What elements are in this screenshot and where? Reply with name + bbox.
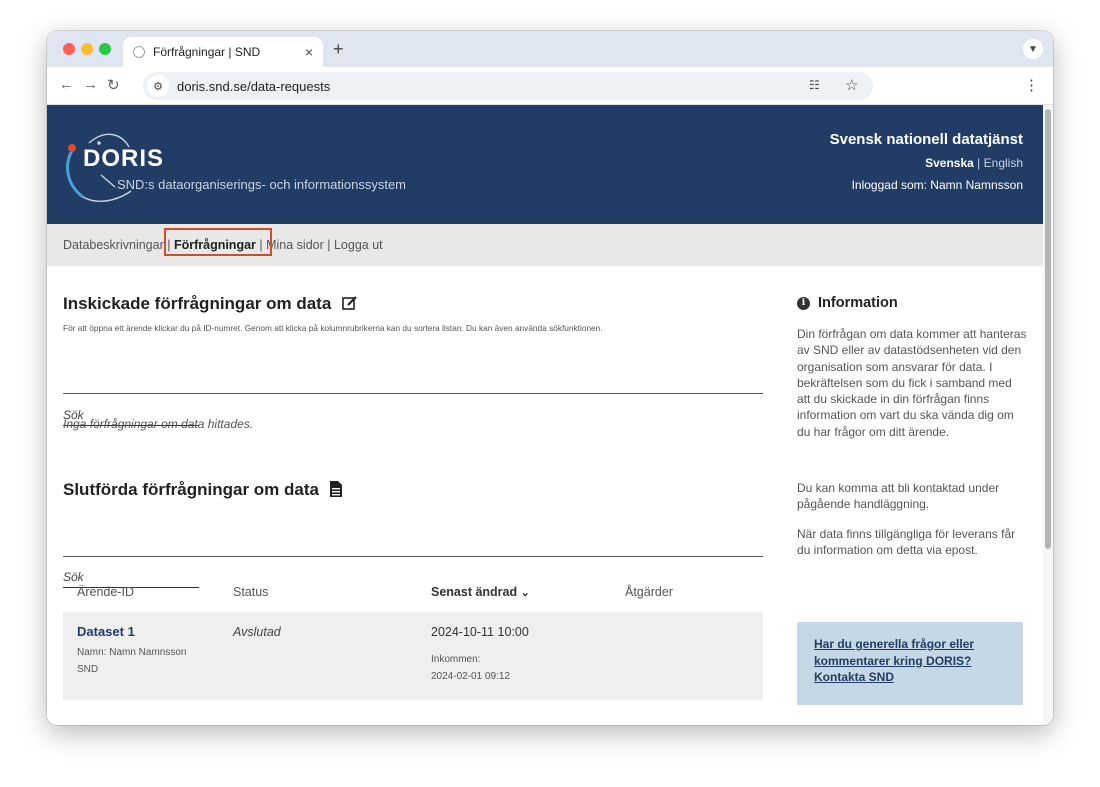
browser-menu-icon[interactable]: ⋮ <box>1024 76 1039 94</box>
address-bar[interactable]: ⚙ doris.snd.se/data-requests <box>143 72 873 100</box>
close-window-button[interactable] <box>63 43 75 55</box>
logo-subtitle: SND:s dataorganiserings- och information… <box>117 177 407 192</box>
minimize-window-button[interactable] <box>81 43 93 55</box>
tab-close-icon[interactable]: × <box>305 44 313 60</box>
column-header-modified[interactable]: Senast ändrad ⌄ <box>431 585 530 599</box>
chevron-down-icon: ⌄ <box>520 587 530 599</box>
lang-svenska[interactable]: Svenska <box>925 156 974 170</box>
nav-mina-sidor[interactable]: Mina sidor <box>266 238 324 252</box>
bookmark-star-icon[interactable]: ☆ <box>845 76 858 94</box>
empty-message: Inga förfrågningar om data hittades. <box>63 417 254 431</box>
browser-window: Förfrågningar | SND × + ▼ ← → ↻ ⚙ doris.… <box>47 31 1053 725</box>
column-header-status[interactable]: Status <box>233 585 268 599</box>
request-id-link[interactable]: Dataset 1 <box>77 624 135 639</box>
tab-strip: Förfrågningar | SND × + ▼ <box>47 31 1053 67</box>
request-org: SND <box>77 664 99 675</box>
lang-separator: | <box>977 156 981 170</box>
back-arrow-icon[interactable]: ← <box>59 76 74 93</box>
info-paragraph-2: Du kan komma att bli kontaktad under påg… <box>797 481 1000 512</box>
table-row: Dataset 1 Namn: Namn Namnsson SND Avslut… <box>63 612 763 700</box>
org-name: Svensk nationell datatjänst <box>829 131 1023 148</box>
url-text[interactable]: doris.snd.se/data-requests <box>177 79 330 94</box>
request-owner: Namn: Namn Namnsson <box>77 647 187 658</box>
request-modified: 2024-10-11 10:00 <box>431 625 529 639</box>
submitted-requests-heading: Inskickade förfrågningar om data <box>63 294 358 314</box>
information-title: Information <box>818 295 898 311</box>
lang-english[interactable]: English <box>984 156 1023 170</box>
nav-logga-ut[interactable]: Logga ut <box>334 238 383 252</box>
contact-link[interactable]: Har du generella frågor eller kommentare… <box>814 636 1006 686</box>
loading-icon <box>133 46 145 58</box>
divider <box>63 393 763 394</box>
edit-icon <box>342 296 357 310</box>
request-received-label: Inkommen: <box>431 654 481 665</box>
column-header-modified-label: Senast ändrad <box>431 585 518 599</box>
reload-icon[interactable]: ↻ <box>107 76 120 94</box>
document-icon <box>329 481 342 497</box>
scrollbar-thumb[interactable] <box>1045 109 1051 549</box>
column-header-id[interactable]: Ärende-ID <box>77 585 134 599</box>
forward-arrow-icon[interactable]: → <box>83 76 98 93</box>
new-tab-button[interactable]: + <box>333 39 344 60</box>
divider <box>63 556 763 557</box>
browser-tab[interactable]: Förfrågningar | SND × <box>123 37 323 67</box>
language-switcher: Svenska | English <box>830 156 1023 170</box>
nav-databeskrivningar[interactable]: Databeskrivningar <box>63 238 164 252</box>
column-header-actions[interactable]: Åtgärder <box>625 585 673 599</box>
maximize-window-button[interactable] <box>99 43 111 55</box>
info-paragraph-3: När data finns tillgängliga för leverans… <box>797 527 1016 558</box>
info-paragraph-1: Din förfrågan om data kommer att hantera… <box>797 327 1027 439</box>
submitted-description: För att öppna ett ärende klickar du på I… <box>63 323 603 333</box>
info-icon: i <box>797 296 810 310</box>
browser-toolbar: ← → ↻ ⚙ doris.snd.se/data-requests ☷ ☆ ⋮ <box>47 67 1053 105</box>
request-received: 2024-02-01 09:12 <box>431 671 510 682</box>
contact-box: Har du generella frågor eller kommentare… <box>797 622 1023 705</box>
translate-icon[interactable]: ☷ <box>809 78 820 92</box>
site-settings-icon[interactable]: ⚙ <box>147 75 169 97</box>
submitted-title: Inskickade förfrågningar om data <box>63 294 332 313</box>
completed-requests-heading: Slutförda förfrågningar om data <box>63 480 342 500</box>
highlight-annotation <box>164 228 272 256</box>
tab-search-button[interactable]: ▼ <box>1023 39 1043 59</box>
header-right: Svensk nationell datatjänst Svenska | En… <box>830 131 1023 192</box>
site-header: DORIS SND:s dataorganiserings- och infor… <box>47 105 1043 224</box>
nav-separator: | <box>323 238 334 252</box>
scrollbar[interactable] <box>1043 105 1053 725</box>
main-content: Inskickade förfrågningar om data För att… <box>47 266 1043 725</box>
site-nav: Databeskrivningar | Förfrågningar | Mina… <box>47 224 1043 266</box>
tab-title: Förfrågningar | SND <box>153 45 261 59</box>
logo-text[interactable]: DORIS <box>83 145 164 173</box>
information-heading: i Information <box>797 295 898 311</box>
logged-in-user: Inloggad som: Namn Namnsson <box>851 178 1023 192</box>
request-status: Avslutad <box>233 625 281 639</box>
completed-title: Slutförda förfrågningar om data <box>63 480 319 499</box>
